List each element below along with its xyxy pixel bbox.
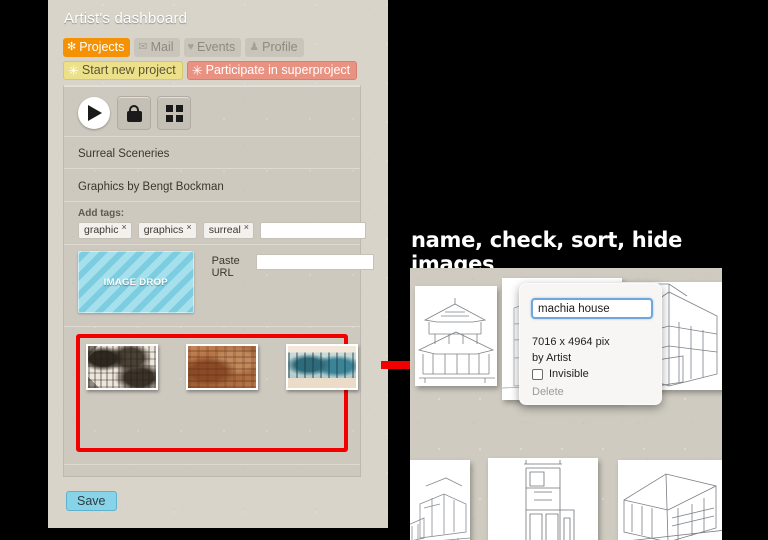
tower-elevation-sketch-icon	[524, 460, 575, 540]
play-icon	[78, 97, 110, 129]
tag-label: graphics	[143, 224, 184, 236]
screenshot-root: Artist's dashboard ✻ Projects ✉ Mail ♥ E…	[0, 0, 768, 540]
nav-item-mail[interactable]: ✉ Mail	[134, 38, 180, 57]
gallery-panel: 7016 x 4964 pix by Artist Invisible Dele…	[410, 268, 722, 540]
delete-link[interactable]: Delete	[532, 386, 564, 398]
secondary-nav: ✳ Start new project ✳ Participate in sup…	[63, 61, 358, 80]
editor-toolbar	[77, 96, 191, 130]
invisible-checkbox-row[interactable]: Invisible	[532, 368, 589, 380]
image-dimensions: 7016 x 4964 pix	[532, 336, 610, 348]
nav-item-events-label: Events	[197, 40, 236, 54]
project-author: Graphics by Bengt Bockman	[78, 181, 224, 193]
image-drop-label: IMAGE DROP	[103, 276, 168, 288]
annotation-arrow	[381, 356, 423, 374]
person-icon: ♟	[249, 41, 260, 53]
sketch-temple[interactable]	[415, 286, 497, 386]
nav-item-profile[interactable]: ♟ Profile	[245, 38, 304, 57]
tag-chip[interactable]: graphics ×	[137, 219, 197, 239]
play-button[interactable]	[77, 96, 111, 130]
tag-label: surreal	[208, 224, 241, 236]
close-icon[interactable]: ×	[121, 219, 126, 236]
author-divider	[64, 201, 360, 202]
paste-url-label: Paste URL	[211, 255, 240, 279]
close-icon[interactable]: ×	[244, 219, 249, 236]
hillside-house-sketch-icon	[410, 477, 471, 540]
tag-chip[interactable]: surreal ×	[202, 219, 255, 239]
temple-sketch-icon	[417, 298, 495, 383]
lock-icon	[126, 104, 142, 122]
nav-item-projects-label: Projects	[79, 40, 125, 54]
image-drop-zone[interactable]: IMAGE DROP	[78, 251, 194, 313]
grid-icon	[165, 104, 183, 122]
image-detail-popup: 7016 x 4964 pix by Artist Invisible Dele…	[519, 283, 662, 405]
close-icon[interactable]: ×	[186, 219, 191, 236]
invisible-label: Invisible	[549, 368, 589, 380]
save-button[interactable]: Save	[66, 491, 117, 511]
project-editor-card: Surreal Sceneries Graphics by Bengt Bock…	[63, 85, 375, 477]
page-title: Artist's dashboard	[64, 10, 188, 27]
primary-nav: ✻ Projects ✉ Mail ♥ Events ♟ Profile	[63, 38, 304, 57]
tag-input[interactable]	[260, 222, 367, 239]
thumbnail-engravings[interactable]	[86, 344, 158, 390]
sketch-tower-elevation[interactable]	[488, 458, 598, 540]
heart-icon: ♥	[187, 41, 195, 53]
tags-divider	[64, 244, 360, 245]
artist-dashboard-panel: Artist's dashboard ✻ Projects ✉ Mail ♥ E…	[48, 0, 388, 528]
envelope-icon: ✉	[138, 41, 148, 53]
asterisk-icon: ✳	[191, 63, 203, 78]
tag-chip[interactable]: graphic ×	[78, 222, 132, 239]
paste-url-input[interactable]	[256, 254, 375, 270]
toolbar-divider	[64, 136, 360, 137]
project-thumbnail-list	[86, 344, 358, 390]
drop-divider	[64, 326, 360, 327]
grid-button[interactable]	[157, 96, 191, 130]
participate-superproject-button[interactable]: ✳ Participate in superproject	[186, 61, 358, 80]
sketch-hillside-house[interactable]	[410, 460, 471, 540]
project-name: Surreal Sceneries	[78, 148, 170, 160]
participate-superproject-label: Participate in superproject	[205, 63, 351, 77]
start-new-project-label: Start new project	[81, 63, 176, 77]
nav-item-projects[interactable]: ✻ Projects	[63, 38, 131, 57]
asterisk-icon: ✻	[67, 41, 77, 53]
add-tags-label: Add tags:	[78, 208, 125, 219]
tag-label: graphic	[84, 224, 119, 236]
paste-url-group: Paste URL	[212, 251, 375, 279]
image-name-input[interactable]	[531, 298, 653, 319]
lock-button[interactable]	[117, 96, 151, 130]
barn-sketch-icon	[623, 473, 722, 540]
nav-item-mail-label: Mail	[150, 40, 174, 54]
nav-item-profile-label: Profile	[262, 40, 298, 54]
thumbnail-sepia-interior[interactable]	[186, 344, 258, 390]
thumbnail-ukiyoe-scene[interactable]	[286, 344, 358, 390]
name-divider	[64, 168, 360, 169]
sketch-barn[interactable]	[618, 460, 722, 540]
invisible-checkbox[interactable]	[532, 368, 543, 380]
tag-list: graphic × graphics × surreal ×	[78, 219, 367, 239]
upload-row: IMAGE DROP Paste URL	[78, 251, 375, 313]
bottom-divider	[64, 464, 360, 465]
nav-item-events[interactable]: ♥ Events	[183, 38, 242, 57]
asterisk-icon: ✳	[68, 63, 79, 78]
image-author: by Artist	[532, 352, 572, 364]
start-new-project-button[interactable]: ✳ Start new project	[63, 61, 183, 80]
